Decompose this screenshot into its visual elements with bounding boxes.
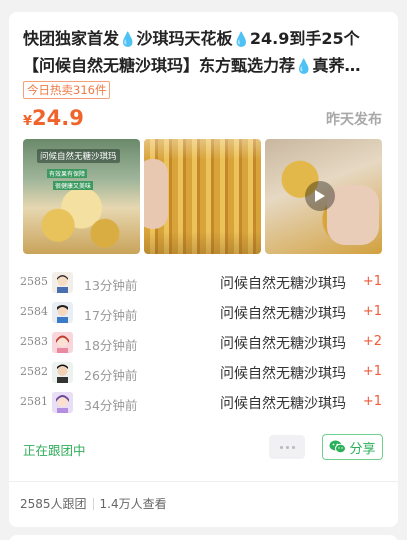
posted-time: 昨天发布	[326, 112, 382, 128]
view-count: 1.4万人查看	[99, 497, 167, 511]
product-video-thumbnail[interactable]	[265, 139, 382, 254]
play-icon[interactable]	[305, 181, 335, 211]
order-rank: 2582	[20, 365, 48, 378]
order-rank: 2584	[20, 305, 48, 318]
order-item-name: 问候自然无糖沙琪玛	[220, 336, 346, 352]
order-item-name: 问候自然无糖沙琪玛	[220, 276, 346, 292]
divider	[9, 481, 398, 482]
avatar	[52, 392, 73, 413]
stats-separator	[92, 497, 94, 510]
post-stats: 2585人跟团 1.4万人查看	[20, 495, 167, 512]
more-button[interactable]	[269, 435, 305, 459]
avatar	[52, 302, 73, 323]
order-time: 17分钟前	[84, 308, 138, 323]
avatar	[52, 362, 73, 383]
list-item[interactable]: 2585 13分钟前 问候自然无糖沙琪玛 +1	[9, 270, 398, 300]
list-item[interactable]: 2583 18分钟前 问候自然无糖沙琪玛 +2	[9, 330, 398, 360]
share-label: 分享	[349, 441, 376, 457]
more-dot-icon	[285, 445, 289, 449]
order-quantity: +1	[362, 274, 382, 289]
photo-tag: 有效果有保障	[47, 169, 88, 178]
order-quantity: +1	[362, 304, 382, 319]
order-item-name: 问候自然无糖沙琪玛	[220, 306, 346, 322]
wechat-icon	[329, 440, 347, 454]
photo-gallery: 问候自然无糖沙琪玛 有效果有保障 很健康又美味	[23, 139, 382, 254]
photo-tag: 很健康又美味	[53, 181, 94, 190]
avatar	[52, 272, 73, 293]
hot-sales-badge: 今日热卖316件	[23, 81, 111, 99]
drop-icon: 💧	[295, 59, 313, 75]
currency-symbol: ¥	[23, 114, 33, 129]
follower-count: 2585人跟团	[20, 497, 87, 511]
photo-caption: 问候自然无糖沙琪玛	[37, 149, 120, 163]
order-time: 34分钟前	[84, 398, 138, 413]
list-item[interactable]: 2581 34分钟前 问候自然无糖沙琪玛 +1	[9, 390, 398, 420]
order-quantity: +1	[362, 364, 382, 379]
order-rank: 2585	[20, 275, 48, 288]
product-photo-2[interactable]	[144, 139, 261, 254]
list-item[interactable]: 2582 26分钟前 问候自然无糖沙琪玛 +1	[9, 360, 398, 390]
order-quantity: +1	[362, 394, 382, 409]
group-buy-card[interactable]: 快团独家首发💧沙琪玛天花板💧24.9到手25个 【问候自然无糖沙琪玛】东方甄选力…	[9, 12, 398, 527]
drop-icon: 💧	[232, 32, 250, 48]
product-photo-1[interactable]: 问候自然无糖沙琪玛 有效果有保障 很健康又美味	[23, 139, 140, 254]
next-card-edge	[9, 535, 398, 540]
hand-shape	[144, 159, 168, 229]
price: ¥24.9	[23, 106, 84, 130]
price-value: 24.9	[32, 106, 84, 130]
list-item[interactable]: 2584 17分钟前 问候自然无糖沙琪玛 +1	[9, 300, 398, 330]
order-item-name: 问候自然无糖沙琪玛	[220, 366, 346, 382]
order-rank: 2583	[20, 335, 48, 348]
share-button[interactable]: 分享	[322, 434, 383, 460]
order-rank: 2581	[20, 395, 48, 408]
drop-icon: 💧	[119, 32, 137, 48]
order-time: 18分钟前	[84, 338, 138, 353]
group-status: 正在跟团中	[23, 443, 86, 458]
more-dot-icon	[291, 445, 295, 449]
order-item-name: 问候自然无糖沙琪玛	[220, 396, 346, 412]
avatar	[52, 332, 73, 353]
more-dot-icon	[279, 445, 283, 449]
order-time: 13分钟前	[84, 278, 138, 293]
order-quantity: +2	[362, 334, 382, 349]
order-time: 26分钟前	[84, 368, 138, 383]
post-title[interactable]: 快团独家首发💧沙琪玛天花板💧24.9到手25个 【问候自然无糖沙琪玛】东方甄选力…	[23, 26, 385, 76]
